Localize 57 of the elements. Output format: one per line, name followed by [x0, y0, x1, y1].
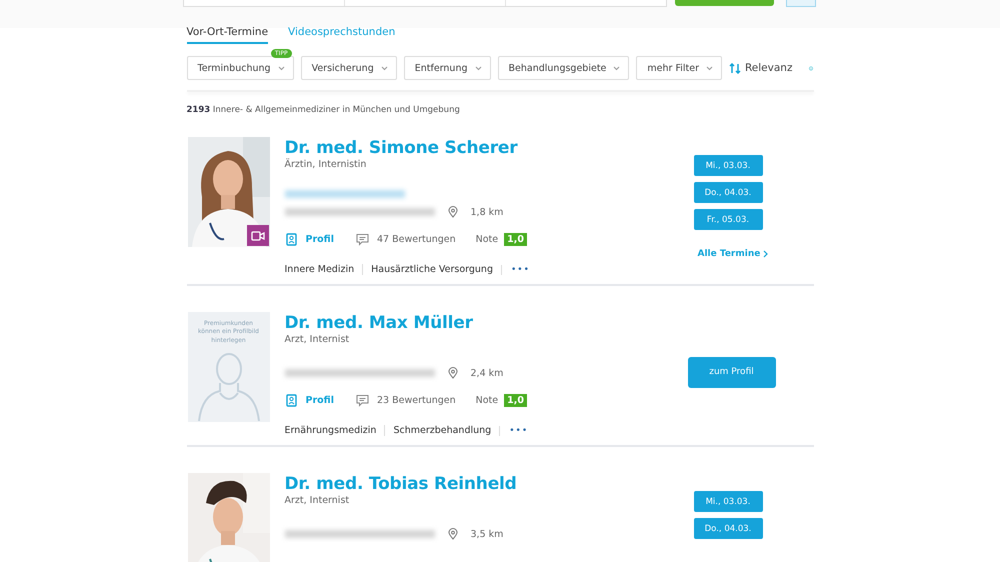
search-field[interactable]	[183, 0, 667, 7]
specialty-tag: Hausärztliche Versorgung	[362, 264, 501, 275]
distance-text: 2,4 km	[470, 368, 504, 378]
doctor-name[interactable]: Dr. med. Simone Scherer	[284, 138, 688, 158]
speech-bubble-icon	[356, 394, 369, 407]
location-pin-icon	[446, 528, 458, 540]
appointment-date-button[interactable]: Mi., 03.03.	[694, 491, 762, 512]
caret-icon	[380, 66, 388, 70]
distance-text: 3,5 km	[470, 528, 504, 540]
grade-badge: 1,0	[504, 394, 527, 407]
appointment-date-button[interactable]: Do., 04.03.	[694, 518, 762, 539]
profile-document-icon	[284, 394, 298, 407]
search-button[interactable]	[675, 0, 774, 6]
filter-dropdown[interactable]: Entfernung	[404, 56, 491, 80]
sort-button[interactable]: Relevanz	[728, 62, 792, 74]
doctor-name[interactable]: Dr. med. Max Müller	[284, 313, 688, 333]
profile-button[interactable]: zum Profil	[688, 356, 776, 388]
filter-dropdown[interactable]: mehr Filter	[636, 56, 722, 80]
specialty-tag: Schmerzbehandlung	[384, 425, 500, 436]
grade-badge: 1,0	[504, 233, 527, 246]
reviews-count[interactable]: 47 Bewertungen	[376, 234, 456, 245]
doctor-name[interactable]: Dr. med. Tobias Reinheld	[284, 474, 688, 494]
speech-bubble-icon	[356, 233, 369, 246]
profile-link[interactable]: Profil	[306, 234, 334, 245]
location-pin-icon	[446, 206, 458, 218]
sort-icon	[728, 62, 741, 74]
caret-icon	[706, 66, 713, 70]
filter-dropdown[interactable]: Terminbuchung	[186, 56, 294, 80]
chevron-right-icon	[763, 250, 768, 258]
profile-link[interactable]: Profil	[306, 395, 334, 406]
all-appointments-link[interactable]: Alle Termine	[698, 249, 768, 259]
filter-dropdown[interactable]: Versicherung	[300, 56, 397, 80]
filter-dropdown[interactable]: Behandlungsgebiete	[498, 56, 630, 80]
more-specialties-button[interactable]: •••	[501, 264, 530, 274]
reviews-count[interactable]: 23 Bewertungen	[376, 395, 456, 406]
distance-text: 1,8 km	[470, 206, 504, 218]
grade-label: Note	[476, 395, 498, 406]
appointment-date-button[interactable]: Do., 04.03.	[694, 182, 762, 203]
more-specialties-button[interactable]: •••	[499, 426, 528, 436]
doctor-title: Arzt, Internist	[284, 334, 350, 345]
map-button[interactable]	[786, 0, 816, 7]
doctor-title: Ärztin, Internistin	[284, 159, 368, 170]
location-pin-icon	[446, 367, 458, 379]
doctor-title: Arzt, Internist	[284, 495, 350, 506]
tab[interactable]: Videosprechstunden	[288, 25, 396, 44]
caret-icon	[613, 66, 620, 70]
profile-document-icon	[284, 233, 298, 246]
results-count-text: 2193 Innere- & Allgemeinmediziner in München und Umgebung	[186, 105, 461, 115]
caret-icon	[278, 66, 285, 70]
specialty-tag: Ernährungsmedizin	[284, 425, 384, 436]
video-camera-icon	[250, 230, 264, 240]
specialty-tag: Innere Medizin	[284, 264, 362, 275]
tab[interactable]: Vor-Ort-Termine	[186, 25, 268, 44]
grade-label: Note	[476, 234, 498, 245]
appointment-date-button[interactable]: Fr., 05.03.	[694, 209, 762, 230]
appointment-date-button[interactable]: Mi., 03.03.	[694, 155, 762, 176]
caret-icon	[474, 66, 482, 70]
